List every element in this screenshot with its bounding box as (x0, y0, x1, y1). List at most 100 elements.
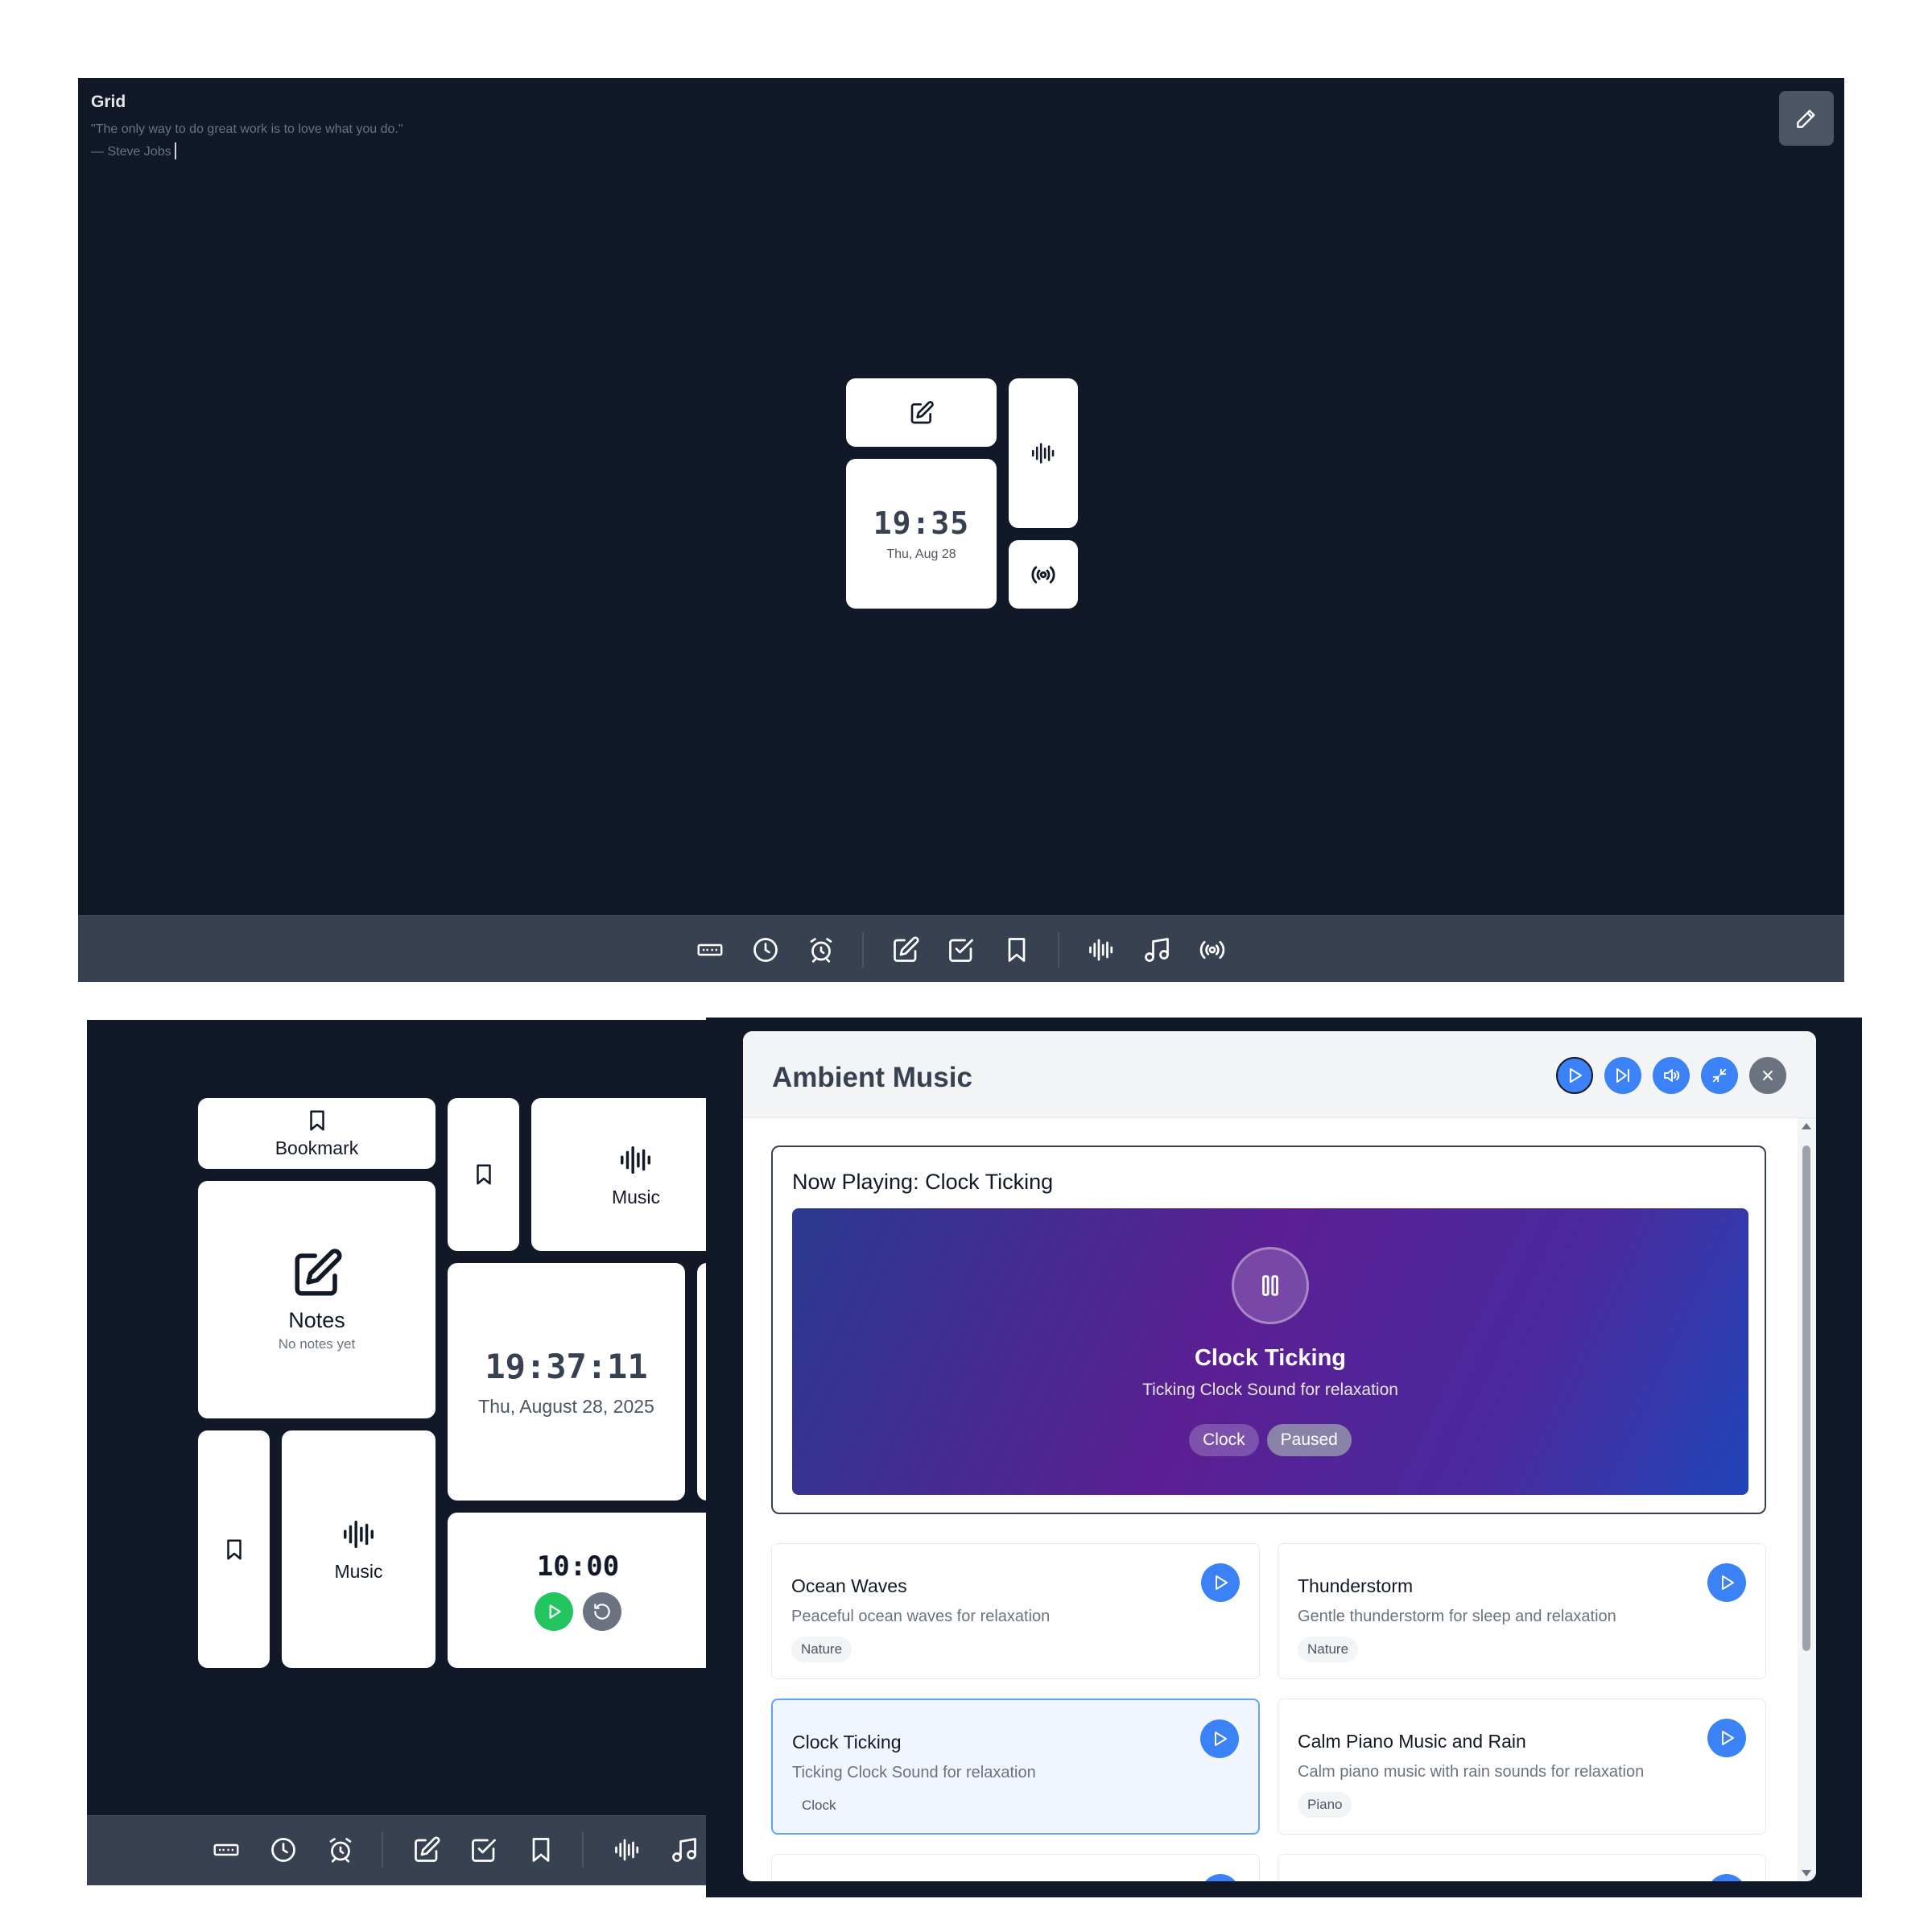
track-play-button[interactable] (1201, 1874, 1240, 1881)
edit-layout-button[interactable] (1779, 91, 1834, 146)
track-description: Calm piano music with rain sounds for re… (1298, 1763, 1645, 1781)
waveform-icon (341, 1516, 378, 1553)
track-play-button[interactable] (1707, 1874, 1746, 1881)
radio-icon (1030, 561, 1057, 588)
bookmark-label: Bookmark (275, 1137, 359, 1158)
track-play-button[interactable] (1707, 1563, 1746, 1602)
alarm-icon[interactable] (324, 1834, 357, 1866)
alarm-icon[interactable] (805, 934, 837, 966)
note-edit-icon[interactable] (890, 934, 922, 966)
bookmark-icon (222, 1538, 246, 1562)
notes-title: Notes (288, 1308, 345, 1332)
checkbox-icon[interactable] (945, 934, 977, 966)
next-track-button[interactable] (1604, 1057, 1641, 1094)
clock-time: 19:35 (873, 506, 970, 541)
notes-tile[interactable] (846, 378, 997, 447)
track-tag: Nature (1298, 1637, 1359, 1662)
toolbar-divider (1058, 932, 1059, 968)
toolbar-divider (862, 932, 864, 968)
play-button[interactable] (1556, 1057, 1593, 1094)
bottom-toolbar (87, 1815, 707, 1885)
music-tile[interactable]: Music (531, 1098, 707, 1251)
waveform-icon[interactable] (611, 1834, 643, 1866)
bookmark-icon[interactable] (525, 1834, 557, 1866)
bottom-toolbar (78, 915, 1844, 982)
music-note-icon[interactable] (1141, 934, 1173, 966)
track-name: Thunderstorm (1298, 1575, 1414, 1596)
track-card[interactable] (771, 1854, 1260, 1881)
track-description: Gentle thunderstorm for sleep and relaxa… (1298, 1608, 1616, 1625)
notes-tile[interactable]: Notes No notes yet (198, 1181, 436, 1418)
timer-tile[interactable]: 10:00 (448, 1513, 707, 1668)
volume-icon (1662, 1066, 1681, 1085)
music-note-icon[interactable] (668, 1834, 700, 1866)
clock-tile[interactable]: 19:37:11 Thu, August 28, 2025 (448, 1263, 685, 1501)
ambient-music-tile[interactable] (1009, 378, 1078, 528)
music-tile[interactable]: Music (282, 1430, 436, 1668)
play-icon (1717, 1728, 1736, 1748)
grid-window: Grid "The only way to do great work is t… (78, 78, 1844, 982)
track-card[interactable]: Thunderstorm Gentle thunderstorm for sle… (1278, 1543, 1766, 1679)
timer-start-button[interactable] (535, 1591, 573, 1631)
radio-icon[interactable] (1196, 934, 1228, 966)
pause-button[interactable] (1232, 1247, 1309, 1324)
note-edit-icon (909, 400, 935, 426)
track-card[interactable]: Ocean Waves Peaceful ocean waves for rel… (771, 1543, 1260, 1679)
bookmark-small-tile[interactable] (448, 1098, 519, 1251)
note-edit-icon[interactable] (411, 1834, 443, 1866)
close-button[interactable] (1749, 1057, 1786, 1094)
timer-reset-button[interactable] (583, 1591, 621, 1631)
minimize-button[interactable] (1701, 1057, 1738, 1094)
volume-button[interactable] (1653, 1057, 1690, 1094)
music-label: Music (334, 1561, 383, 1582)
reset-icon (592, 1601, 613, 1622)
play-icon (1211, 1573, 1230, 1592)
now-playing-name: Clock Ticking (1194, 1345, 1347, 1371)
checkbox-icon[interactable] (468, 1834, 500, 1866)
notes-empty-text: No notes yet (278, 1336, 356, 1352)
toolbar-divider (382, 1832, 383, 1868)
track-card[interactable] (1278, 1854, 1766, 1881)
keyboard-icon[interactable] (694, 934, 726, 966)
track-tag: Clock (792, 1793, 846, 1818)
clock-icon[interactable] (749, 934, 782, 966)
grid-title: Grid (91, 93, 126, 111)
scrollbar-thumb[interactable] (1802, 1146, 1810, 1651)
minimize-icon (1711, 1067, 1728, 1084)
quote-text: "The only way to do great work is to lov… (91, 122, 403, 136)
bookmark-icon[interactable] (1001, 934, 1033, 966)
track-tag: Nature (791, 1637, 852, 1662)
skip-forward-icon (1613, 1066, 1633, 1085)
waveform-icon[interactable] (1085, 934, 1117, 966)
bookmark-tile[interactable]: Bookmark (198, 1098, 436, 1169)
waveform-icon (617, 1141, 654, 1179)
modal-body: Now Playing: Clock Ticking Clock Ticking… (743, 1118, 1816, 1881)
track-play-button[interactable] (1200, 1719, 1239, 1758)
pencil-icon (1794, 105, 1819, 131)
track-card[interactable]: Calm Piano Music and Rain Calm piano mus… (1278, 1699, 1766, 1835)
track-play-button[interactable] (1201, 1563, 1240, 1602)
play-icon (1210, 1729, 1229, 1748)
now-playing-description: Ticking Clock Sound for relaxation (1142, 1381, 1398, 1399)
category-badge: Clock (1189, 1424, 1259, 1456)
scroll-up-arrow[interactable] (1800, 1121, 1813, 1131)
widget-grid-window: Bookmark Music Notes No notes yet 19:37:… (87, 1020, 707, 1885)
status-badge: Paused (1266, 1424, 1352, 1456)
track-name: Calm Piano Music and Rain (1298, 1731, 1526, 1752)
keyboard-icon[interactable] (210, 1834, 242, 1866)
clock-icon[interactable] (267, 1834, 299, 1866)
pause-icon (1257, 1272, 1284, 1299)
clock-tile[interactable]: 19:35 Thu, Aug 28 (846, 459, 997, 609)
scroll-down-arrow[interactable] (1800, 1868, 1813, 1878)
track-card-active[interactable]: Clock Ticking Ticking Clock Sound for re… (771, 1699, 1260, 1835)
track-play-button[interactable] (1707, 1719, 1746, 1757)
close-icon (1760, 1067, 1776, 1084)
track-description: Peaceful ocean waves for relaxation (791, 1608, 1051, 1625)
play-icon (1565, 1066, 1584, 1085)
radio-tile[interactable] (1009, 540, 1078, 609)
now-playing-hero: Clock Ticking Ticking Clock Sound for re… (792, 1208, 1748, 1495)
note-edit-icon (291, 1247, 344, 1300)
now-playing-tags: Clock Paused (792, 1424, 1748, 1456)
clock-time: 19:37:11 (485, 1346, 648, 1386)
bookmark-small-tile[interactable] (198, 1430, 270, 1668)
